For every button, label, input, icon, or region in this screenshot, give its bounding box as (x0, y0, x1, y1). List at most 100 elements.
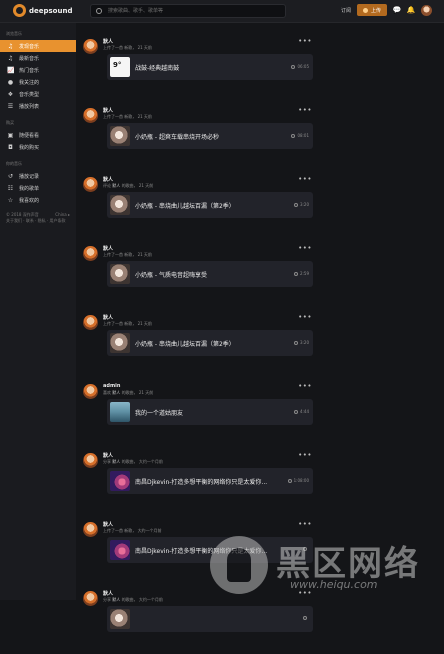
sidebar-group-title: 你的音乐 (6, 161, 22, 166)
post-username[interactable]: 默人 (103, 38, 113, 45)
more-options-icon[interactable]: ••• (298, 175, 312, 183)
track-cover[interactable] (110, 609, 130, 629)
track-duration: 06:05 (291, 64, 309, 69)
sidebar-item[interactable]: ↺ 播放记录 (0, 170, 76, 182)
post-avatar[interactable] (83, 453, 98, 468)
track-cover[interactable] (110, 333, 130, 353)
feed-post: 默人 分享 默人 的歌曲， 大约一个月前 ••• 南昌Djkevin-打造多想平… (80, 447, 320, 516)
search-input[interactable] (106, 7, 280, 15)
track-card[interactable]: 小奶瓶 - 气质电音超嗨享受 2:59 (107, 261, 313, 287)
track-title[interactable]: 战鼓-经典越南鼓 (135, 63, 283, 72)
track-title[interactable]: 小奶瓶 - 串烧曲儿越坛百漏（第2季） (135, 201, 283, 210)
sidebar-item[interactable]: ♫ 发现音乐 (0, 40, 76, 52)
sidebar-item[interactable]: ● 我关注的 (0, 76, 76, 88)
track-duration: 4:44 (294, 409, 309, 414)
top-bar: deepsound 订阅 上传 💬 🔔 (0, 0, 444, 23)
track-card[interactable]: 战鼓-经典越南鼓 06:05 (107, 54, 313, 80)
post-avatar[interactable] (83, 315, 98, 330)
post-action: 上传了一首 (103, 252, 123, 257)
sidebar-item[interactable]: 📈 热门音乐 (0, 64, 76, 76)
post-username[interactable]: 默人 (103, 176, 113, 183)
post-username[interactable]: 默人 (103, 521, 113, 528)
post-username[interactable]: 默人 (103, 314, 113, 321)
sidebar-item[interactable]: ♫ 最新音乐 (0, 52, 76, 64)
post-username[interactable]: 默人 (103, 245, 113, 252)
feed-post: 默人 上传了一首 新歌， 21 天前 ••• 小奶瓶 - 气质电音超嗨享受 2:… (80, 240, 320, 309)
post-avatar[interactable] (83, 591, 98, 606)
post-meta: 分享 默人 的歌曲， 大约一个月前 (103, 597, 163, 603)
post-username[interactable]: 默人 (103, 452, 113, 459)
duration-text: 2:59 (300, 271, 309, 276)
track-cover[interactable] (110, 264, 130, 284)
post-avatar[interactable] (83, 384, 98, 399)
track-card[interactable]: 小奶瓶 - 超爽车载串烧开场必秒 08:01 (107, 123, 313, 149)
sidebar-footer: © 2018 深作声音 China ▸ 关于我们 · 联系 · 隐私 · 用户条… (0, 206, 76, 224)
post-meta: 上传了一首 新歌， 大约一个月前 (103, 528, 162, 534)
post-username[interactable]: 默人 (103, 107, 113, 114)
chat-icon[interactable]: 💬 (393, 6, 402, 14)
user-avatar[interactable] (421, 4, 432, 16)
post-time: 21 天前 (137, 114, 152, 119)
post-meta: 评论 默人 的歌曲， 21 天前 (103, 183, 153, 189)
post-username[interactable]: 默人 (103, 590, 113, 597)
post-avatar[interactable] (83, 177, 98, 192)
sidebar-item[interactable]: ◘ 我的购买 (0, 141, 76, 153)
more-options-icon[interactable]: ••• (298, 520, 312, 528)
post-owner[interactable]: 默人 (112, 390, 120, 395)
post-username[interactable]: admin (103, 383, 120, 389)
more-options-icon[interactable]: ••• (298, 37, 312, 45)
post-owner[interactable]: 默人 (112, 183, 120, 188)
post-action: 上传了一首 (103, 528, 123, 533)
post-avatar[interactable] (83, 522, 98, 537)
clock-icon (303, 616, 307, 620)
post-time: 21 天前 (137, 321, 152, 326)
sidebar-item-label: 热门音乐 (19, 67, 40, 74)
upload-label: 上传 (370, 7, 381, 14)
feed-post: 默人 上传了一首 新歌， 21 天前 ••• 小奶瓶 - 超爽车载串烧开场必秒 … (80, 102, 320, 171)
sidebar-item[interactable]: ☆ 我喜欢的 (0, 194, 76, 206)
track-card[interactable]: 小奶瓶 - 串烧曲儿越坛百漏（第2季） 3:20 (107, 192, 313, 218)
sidebar-item[interactable]: ❖ 音乐类型 (0, 88, 76, 100)
post-avatar[interactable] (83, 39, 98, 54)
track-cover[interactable] (110, 195, 130, 215)
more-options-icon[interactable]: ••• (298, 382, 312, 390)
track-card[interactable] (107, 606, 313, 632)
more-options-icon[interactable]: ••• (298, 106, 312, 114)
bell-icon[interactable]: 🔔 (407, 6, 416, 14)
subscribe-link[interactable]: 订阅 (341, 7, 351, 14)
feed-post: 默人 上传了一首 新歌， 21 天前 ••• 小奶瓶 - 串烧曲儿越坛百漏（第2… (80, 309, 320, 378)
sidebar-item[interactable]: ☰ 播放列表 (0, 100, 76, 112)
track-cover[interactable] (110, 126, 130, 146)
track-card[interactable]: 我的一个道姑朋友 4:44 (107, 399, 313, 425)
more-options-icon[interactable]: ••• (298, 244, 312, 252)
track-title[interactable]: 南昌Djkevin-打造多想平衡的网络你只是太爱你... (135, 477, 283, 486)
sidebar-item[interactable]: ▣ 随便看看 (0, 129, 76, 141)
upload-button[interactable]: 上传 (356, 4, 387, 16)
track-title[interactable]: 我的一个道姑朋友 (135, 408, 283, 417)
search-icon (96, 8, 102, 14)
track-title[interactable]: 小奶瓶 - 超爽车载串烧开场必秒 (135, 132, 283, 141)
duration-text: 1:08:00 (293, 478, 309, 483)
track-cover[interactable] (110, 471, 130, 491)
duration-text: 06:05 (297, 64, 309, 69)
track-cover[interactable] (110, 402, 130, 422)
footer-links[interactable]: 关于我们 · 联系 · 隐私 · 用户条款 (6, 218, 70, 224)
more-options-icon[interactable]: ••• (298, 313, 312, 321)
post-action-object: 的歌曲， (121, 390, 138, 395)
clock-icon (294, 409, 299, 414)
track-card[interactable]: 小奶瓶 - 串烧曲儿越坛百漏（第2季） 3:20 (107, 330, 313, 356)
track-cover[interactable] (110, 57, 130, 77)
sidebar-item-label: 最新音乐 (19, 55, 40, 62)
search-box[interactable] (90, 4, 286, 18)
post-avatar[interactable] (83, 108, 98, 123)
logo[interactable]: deepsound (13, 4, 72, 17)
track-card[interactable]: 南昌Djkevin-打造多想平衡的网络你只是太爱你... 1:08:00 (107, 468, 313, 494)
post-avatar[interactable] (83, 246, 98, 261)
track-cover[interactable] (110, 540, 130, 560)
post-owner[interactable]: 默人 (112, 459, 120, 464)
track-title[interactable]: 小奶瓶 - 气质电音超嗨享受 (135, 270, 283, 279)
more-options-icon[interactable]: ••• (298, 451, 312, 459)
track-title[interactable]: 小奶瓶 - 串烧曲儿越坛百漏（第2季） (135, 339, 283, 348)
sidebar-item[interactable]: ☷ 我的歌单 (0, 182, 76, 194)
music-note-icon: ♫ (7, 54, 14, 62)
